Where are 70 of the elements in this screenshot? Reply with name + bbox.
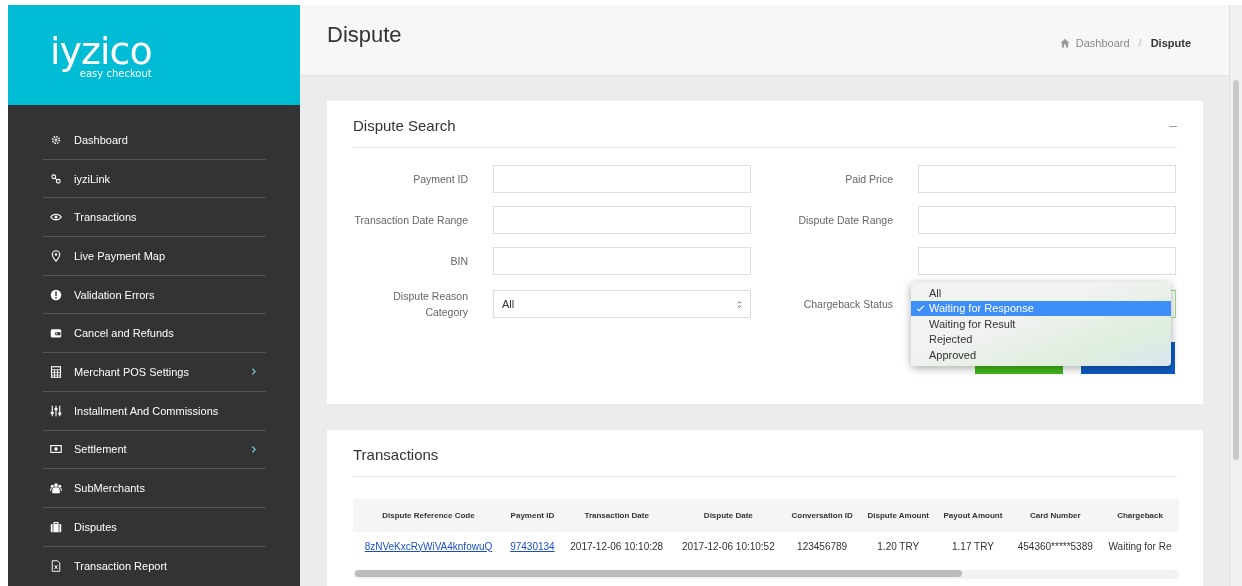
sliders-icon xyxy=(50,404,62,417)
sidebar-item[interactable]: Cancel and Refunds xyxy=(43,314,266,354)
card-title: Transactions xyxy=(353,445,439,463)
input-field[interactable] xyxy=(918,165,1176,193)
input-field[interactable] xyxy=(493,206,751,234)
breadcrumb-current: Dispute xyxy=(1150,37,1191,49)
column-header: Dispute Date xyxy=(672,499,785,532)
sidebar-item[interactable]: SubMerchants xyxy=(43,469,266,508)
sidebar-item[interactable]: Dashboard xyxy=(43,121,266,160)
sidebar-item[interactable]: Live Payment Map xyxy=(43,237,266,276)
horizontal-scrollbar[interactable] xyxy=(353,570,1179,579)
map-pin-icon xyxy=(50,249,62,262)
vertical-scrollbar[interactable] xyxy=(1229,5,1242,586)
table-cell: 2017-12-06 10:10:52 xyxy=(672,532,785,560)
table-link[interactable]: 8zNVeKxcRyWiVA4knfowuQ xyxy=(364,540,493,552)
dropdown-option[interactable]: Rejected xyxy=(911,331,1171,347)
dropdown-option[interactable]: All xyxy=(911,285,1171,301)
field-label: BIN xyxy=(449,254,468,269)
column-header: Payment ID xyxy=(503,499,561,532)
sidebar-item[interactable]: Validation Errors xyxy=(43,275,266,315)
calculator-icon xyxy=(50,365,62,378)
table-cell: 2017-12-06 10:10:28 xyxy=(560,532,673,560)
home-icon xyxy=(1059,38,1070,48)
field-label: Chargeback Status xyxy=(802,297,893,312)
page-title: Dispute xyxy=(327,22,402,48)
column-header: Chargeback xyxy=(1101,499,1179,532)
input-field[interactable] xyxy=(918,247,1176,275)
sidebar-item[interactable]: Transactions xyxy=(43,198,266,238)
column-header: Dispute Reference Code xyxy=(353,499,504,532)
field-label: Transaction Date Range xyxy=(353,213,468,228)
dropdown-option[interactable]: Approved xyxy=(911,347,1171,363)
sidebar-item[interactable]: Disputes xyxy=(43,507,266,547)
sidebar-item[interactable]: Transaction Report xyxy=(43,546,266,586)
table-cell: 1.20 TRY xyxy=(860,532,937,560)
input-field[interactable] xyxy=(493,247,751,275)
column-header: Payout Amount xyxy=(936,499,1010,532)
suitcase-icon xyxy=(50,520,62,533)
gear-icon xyxy=(50,133,62,146)
spreadsheet-file-icon xyxy=(50,559,62,572)
select-arrows-icon xyxy=(735,299,744,309)
table-cell: 123456789 xyxy=(784,532,861,560)
sidebar-item[interactable]: Settlement xyxy=(43,430,266,470)
link-icon xyxy=(50,172,62,185)
field-label: Paid Price xyxy=(844,172,893,187)
input-field[interactable] xyxy=(918,206,1176,234)
sidebar-item[interactable]: Installment And Commissions xyxy=(43,391,266,431)
checkmark-icon xyxy=(915,303,925,313)
card-title: Dispute Search xyxy=(353,116,456,134)
table-cell: 1.17 TRY xyxy=(936,532,1010,560)
banknote-icon xyxy=(50,443,62,456)
logo-wordmark: iyzico xyxy=(50,31,152,70)
select-field[interactable]: All xyxy=(493,290,751,318)
exclamation-icon xyxy=(50,288,62,301)
column-header: Conversation ID xyxy=(784,499,861,532)
field-label: Dispute Reason Category xyxy=(392,289,468,320)
column-header: Transaction Date xyxy=(560,499,673,532)
wallet-icon xyxy=(50,327,62,340)
table-link[interactable]: 97430134 xyxy=(510,540,555,552)
table-cell: Waiting for Re xyxy=(1101,532,1179,560)
users-icon xyxy=(50,482,62,495)
field-label: Dispute Date Range xyxy=(797,213,893,228)
sidebar-item[interactable]: Merchant POS Settings xyxy=(43,353,266,392)
breadcrumb-separator: / xyxy=(1138,37,1142,49)
sidebar-item[interactable]: iyziLink xyxy=(43,159,266,199)
column-header: Card Number xyxy=(1009,499,1102,532)
dropdown-option[interactable]: Waiting for Result xyxy=(911,316,1171,332)
column-header: Dispute Amount xyxy=(860,499,937,532)
field-label: Payment ID xyxy=(412,172,468,187)
input-field[interactable] xyxy=(493,165,751,193)
table-cell: 454360*****5389 xyxy=(1009,532,1102,560)
